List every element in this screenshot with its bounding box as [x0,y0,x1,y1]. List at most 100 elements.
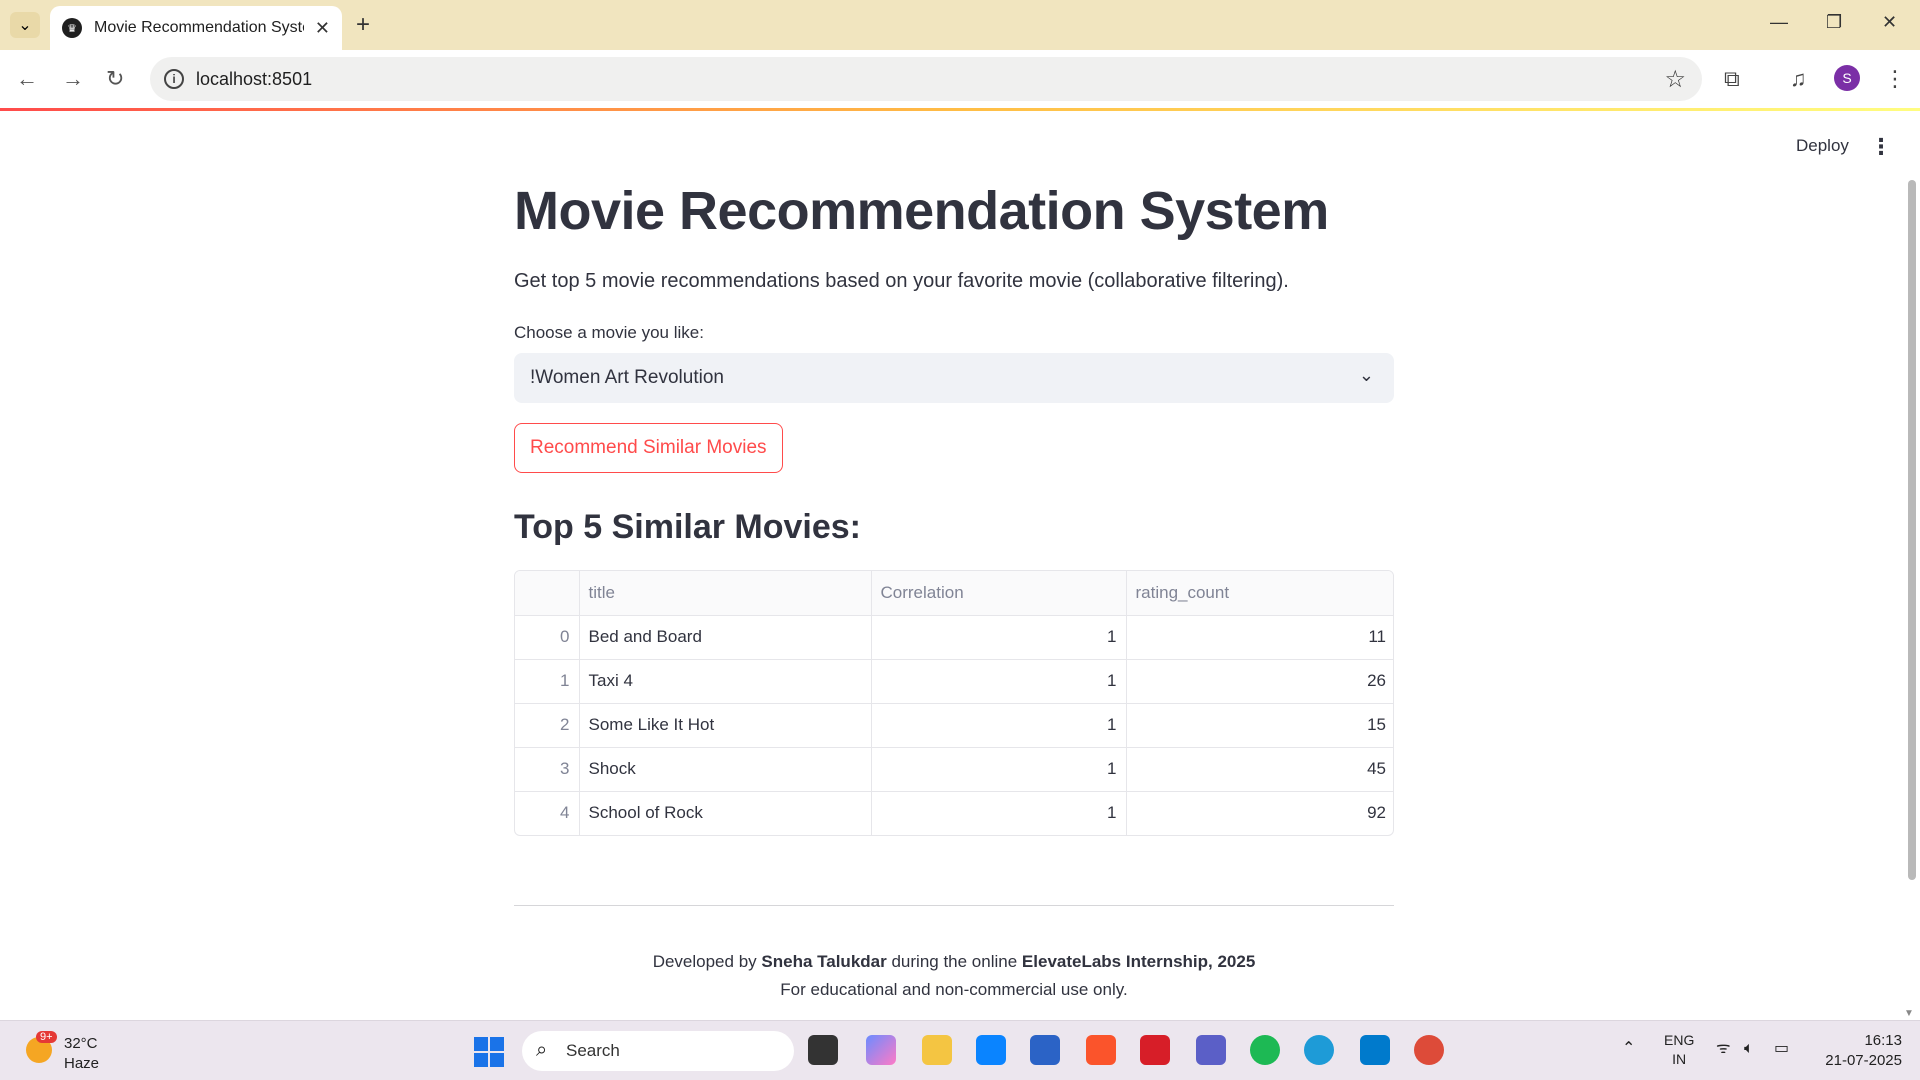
tab-title: Movie Recommendation System [94,19,304,36]
scroll-down-arrow-icon[interactable]: ▼ [1904,1008,1914,1019]
results-table[interactable]: title Correlation rating_count 0 Bed and… [514,570,1394,836]
profile-avatar[interactable]: S [1834,65,1860,91]
row-index[interactable]: 3 [515,747,580,792]
task-view-icon[interactable] [808,1035,838,1065]
weather-temperature: 32°C [64,1035,98,1052]
row-index[interactable]: 1 [515,659,580,704]
deploy-button[interactable]: Deploy [1796,136,1849,156]
url-text[interactable]: localhost:8501 [196,69,312,90]
page-scrollbar[interactable] [1908,180,1916,880]
taskbar-search[interactable]: ⌕ Search [522,1031,794,1071]
chrome-icon[interactable] [1414,1035,1444,1065]
column-header-index[interactable] [515,571,580,616]
movie-select-label: Choose a movie you like: [514,323,704,342]
page-title: Movie Recommendation System [514,181,1329,241]
table-row: 3 Shock 1 45 [515,747,1393,792]
movie-select-value[interactable]: !Women Art Revolution [530,367,724,389]
chevron-down-icon[interactable]: ⌄ [1359,365,1374,386]
footer: Developed by Sneha Talukdar during the o… [514,948,1394,1004]
extensions-icon[interactable]: ⧉ [1724,66,1740,92]
column-header-title[interactable]: title [579,571,872,616]
windows-start-icon[interactable] [474,1037,504,1067]
footer-prefix: Developed by [652,952,757,971]
volume-icon[interactable]: 🔈︎ [1744,1039,1754,1058]
table-row: 1 Taxi 4 1 26 [515,659,1393,704]
spotify-icon[interactable] [1250,1035,1280,1065]
reload-icon[interactable]: ↻ [106,66,124,92]
weather-condition: Haze [64,1055,100,1072]
footer-org: ElevateLabs Internship, 2025 [1021,952,1256,971]
browser-toolbar: ← → ↻ i localhost:8501 ☆ ⧉ ♫ S ⋮ [0,50,1920,108]
address-bar[interactable]: i localhost:8501 ☆ [150,57,1702,101]
close-window-icon[interactable]: ✕ [1882,12,1897,33]
taskbar: 9+ 32°C Haze ⌕ Search ⌃ ENG IN ᯤ 🔈︎ ▭ 16… [0,1020,1920,1080]
footer-middle: during the online [891,952,1018,971]
copilot-icon[interactable] [866,1035,896,1065]
file-explorer-icon[interactable] [922,1035,952,1065]
cell-rating-count[interactable]: 92 [1126,791,1393,835]
minimize-icon[interactable]: — [1770,12,1788,33]
clock-time: 16:13 [1864,1032,1902,1049]
wifi-icon[interactable]: ᯤ [1716,1039,1731,1058]
store-icon[interactable] [1030,1035,1060,1065]
footer-credit-line: Developed by Sneha Talukdar during the o… [514,948,1394,976]
cell-correlation[interactable]: 1 [871,703,1127,748]
app-menu-icon[interactable]: ⋮ [1870,134,1892,160]
battery-icon[interactable]: ▭ [1774,1039,1789,1058]
close-tab-icon[interactable]: ✕ [315,18,330,38]
cell-correlation[interactable]: 1 [871,747,1127,792]
teams-icon[interactable] [1196,1035,1226,1065]
site-info-icon[interactable]: i [164,69,184,89]
region-code: IN [1672,1051,1687,1067]
brave-browser-icon[interactable] [1086,1035,1116,1065]
cell-title[interactable]: Taxi 4 [579,659,872,704]
forward-arrow-icon[interactable]: → [62,66,84,92]
cell-rating-count[interactable]: 11 [1126,615,1393,660]
cell-title[interactable]: Bed and Board [579,615,872,660]
column-header-correlation[interactable]: Correlation [871,571,1127,616]
new-tab-icon[interactable]: + [356,12,370,38]
row-index[interactable]: 4 [515,791,580,835]
system-clock[interactable]: 16:13 21-07-2025 [1812,1031,1902,1071]
language-indicator[interactable]: ENG IN [1664,1031,1694,1069]
browser-menu-icon[interactable]: ⋮ [1884,66,1906,92]
recommend-button[interactable]: Recommend Similar Movies [514,423,783,473]
browser-tab[interactable]: ♛ Movie Recommendation System ✕ [50,6,342,50]
bookmark-star-icon[interactable]: ☆ [1664,65,1686,94]
cell-rating-count[interactable]: 26 [1126,659,1393,704]
cell-correlation[interactable]: 1 [871,791,1127,835]
results-heading: Top 5 Similar Movies: [514,508,862,546]
table-row: 2 Some Like It Hot 1 15 [515,703,1393,748]
search-icon: ⌕ [536,1039,548,1061]
tab-search-button[interactable]: ⌄ [10,12,40,38]
row-index[interactable]: 2 [515,703,580,748]
table-row: 0 Bed and Board 1 11 [515,615,1393,660]
movie-select[interactable]: !Women Art Revolution ⌄ [514,353,1394,403]
footer-disclaimer: For educational and non-commercial use o… [780,980,1128,999]
cell-rating-count[interactable]: 45 [1126,747,1393,792]
cell-title[interactable]: Some Like It Hot [579,703,872,748]
row-index[interactable]: 0 [515,615,580,660]
browser-tab-bar: ⌄ ♛ Movie Recommendation System ✕ + — ❐ … [0,0,1920,50]
cell-rating-count[interactable]: 15 [1126,703,1393,748]
column-header-rating-count[interactable]: rating_count [1126,571,1393,616]
footer-divider [514,905,1394,906]
page-subtitle: Get top 5 movie recommendations based on… [514,270,1289,292]
table-header-row: title Correlation rating_count [515,571,1393,616]
cell-title[interactable]: Shock [579,747,872,792]
streamlit-decoration-bar [0,108,1920,111]
restore-icon[interactable]: ❐ [1826,12,1842,33]
app-circle-icon[interactable] [976,1035,1006,1065]
cell-correlation[interactable]: 1 [871,659,1127,704]
footer-author: Sneha Talukdar [761,952,887,971]
language-code: ENG [1664,1032,1695,1048]
chevron-up-icon[interactable]: ⌃ [1622,1039,1635,1058]
vscode-icon[interactable] [1360,1035,1390,1065]
media-controls-icon[interactable]: ♫ [1790,66,1807,92]
cell-correlation[interactable]: 1 [871,615,1127,660]
edge-icon[interactable] [1304,1035,1334,1065]
back-arrow-icon[interactable]: ← [16,66,38,92]
cell-title[interactable]: School of Rock [579,791,872,835]
autocad-icon[interactable] [1140,1035,1170,1065]
table-row: 4 School of Rock 1 92 [515,791,1393,835]
